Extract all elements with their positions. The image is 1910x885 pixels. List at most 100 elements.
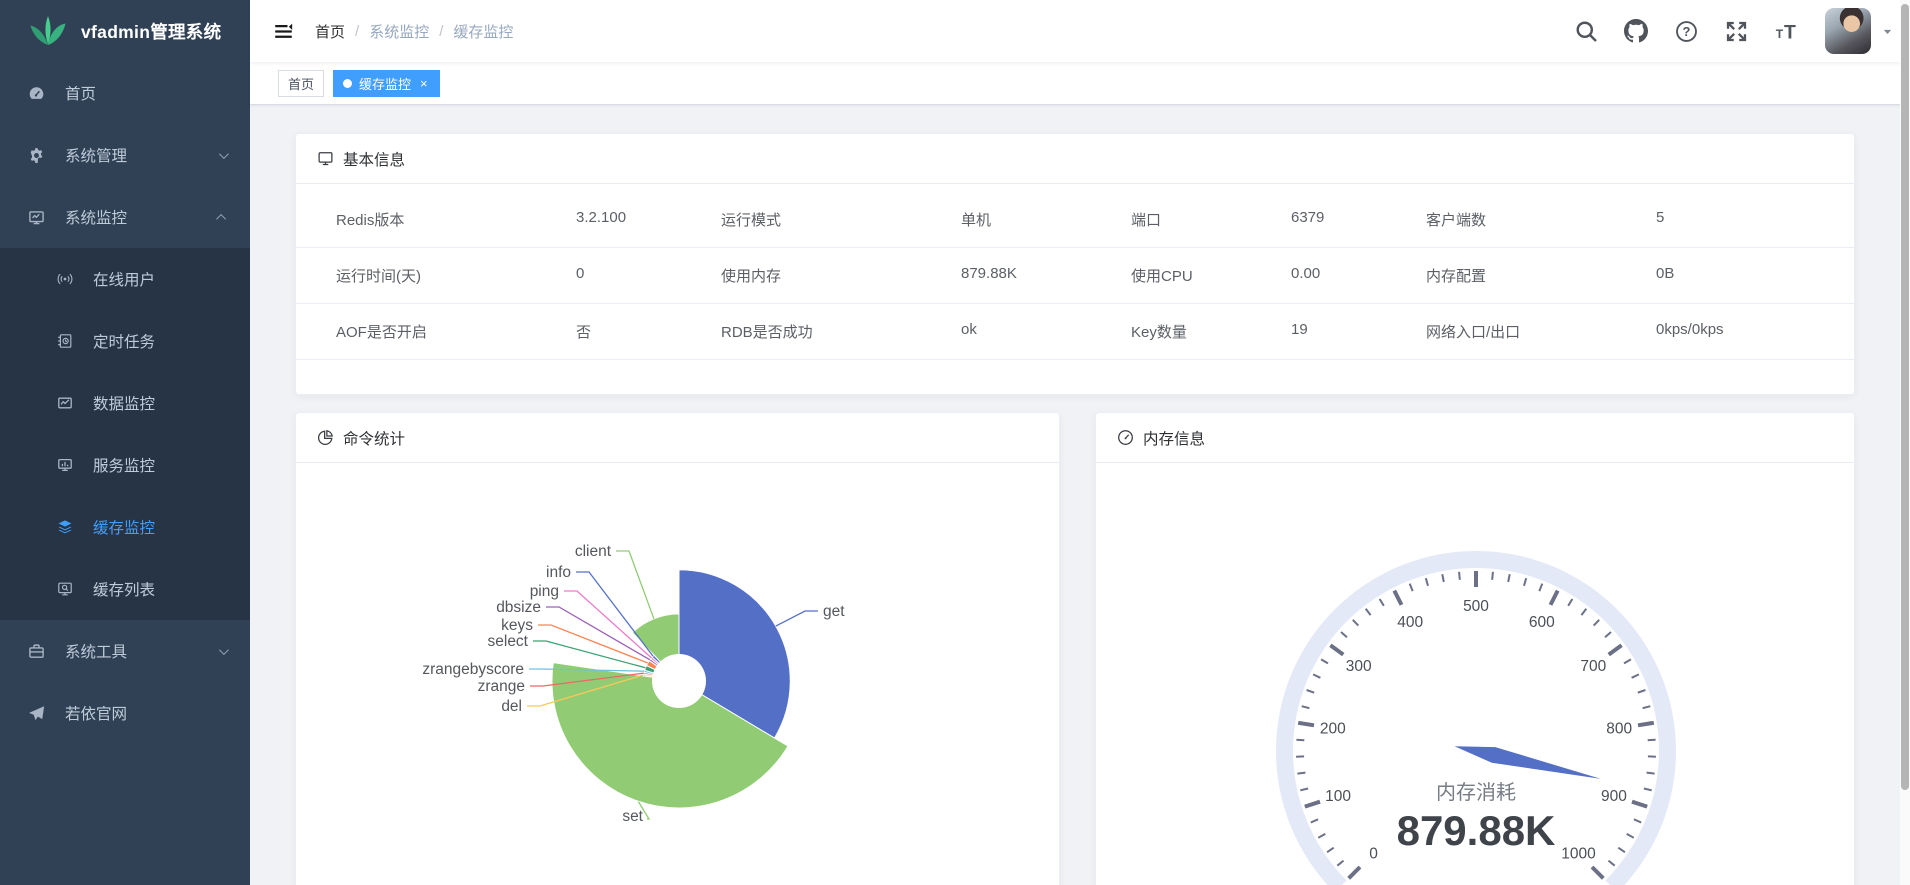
help-icon: ? — [1675, 20, 1698, 43]
gauge-tick — [1647, 773, 1655, 774]
sidebar-item-cache-monitor[interactable]: 缓存监控 — [0, 496, 250, 558]
hamburger-icon[interactable] — [274, 22, 293, 41]
chevron-down-icon — [219, 149, 229, 159]
gauge-tick — [1410, 584, 1413, 592]
tag-label: 首页 — [288, 74, 314, 93]
table-row: AOF是否开启否RDB是否成功okKey数量19网络入口/出口0kps/0kps — [296, 304, 1854, 360]
gauge-tick — [1311, 819, 1318, 822]
gauge-tick — [1459, 572, 1460, 580]
breadcrumb-separator: / — [439, 23, 443, 40]
sidebar-item-scheduled-tasks[interactable]: 定时任务 — [0, 310, 250, 372]
pie-slice-label: client — [575, 543, 612, 560]
pie-leader-line — [533, 641, 646, 668]
gauge-tick — [1337, 861, 1343, 866]
tag-close-icon[interactable]: × — [418, 76, 430, 91]
sidebar-item-online-users[interactable]: 在线用户 — [0, 248, 250, 310]
gauge-tick — [1341, 632, 1347, 637]
logo[interactable]: vfadmin管理系统 — [0, 0, 250, 62]
gauge-tick-label: 800 — [1606, 720, 1632, 737]
gauge-tick — [1632, 674, 1639, 677]
broadcast-icon — [57, 271, 73, 287]
sidebar-item-system-tools[interactable]: 系统工具 — [0, 620, 250, 682]
gauge-tick — [1605, 632, 1611, 637]
memory-info-card: 内存信息 01002003004005006007008009001000内存消… — [1095, 412, 1855, 885]
info-label: RDB是否成功 — [681, 321, 921, 342]
svg-text:T: T — [1775, 26, 1783, 40]
breadcrumb-item[interactable]: 首页 — [315, 21, 345, 42]
info-value: 879.88K — [921, 265, 1091, 286]
gauge-tick-label: 200 — [1320, 720, 1346, 737]
info-value: 6379 — [1251, 209, 1386, 230]
table-row: 运行时间(天)0使用内存879.88K使用CPU0.00内存配置0B — [296, 248, 1854, 304]
sidebar-item-data-monitor[interactable]: 数据监控 — [0, 372, 250, 434]
gauge-tick — [1508, 574, 1510, 582]
gauge-tick — [1321, 659, 1328, 663]
command-stats-header: 命令统计 — [296, 413, 1059, 463]
gear-icon — [28, 147, 45, 164]
page-scrollbar[interactable] — [1900, 0, 1910, 885]
pie-leader-line — [538, 625, 648, 663]
search-icon — [1575, 20, 1598, 43]
help-button[interactable]: ? — [1673, 18, 1699, 44]
logo-leaf-icon — [30, 16, 66, 46]
gauge-tick — [1442, 574, 1444, 582]
fullscreen-button[interactable] — [1723, 18, 1749, 44]
pie-slice-label: get — [823, 603, 845, 620]
breadcrumb: 首页/系统监控/缓存监控 — [315, 21, 513, 42]
gauge-tick-label: 0 — [1369, 846, 1378, 863]
command-pie-chart[interactable]: getsetdelzrangezrangebyscoreselectkeysdb… — [296, 463, 1059, 885]
gauge-tick — [1648, 740, 1656, 741]
gauge-needle — [1455, 746, 1601, 779]
info-label: AOF是否开启 — [296, 321, 536, 342]
gauge-tick — [1353, 620, 1359, 626]
gauge-tick-label: 900 — [1601, 788, 1627, 805]
redis-info-table: Redis版本3.2.100运行模式单机端口6379客户端数5运行时间(天)0使… — [296, 192, 1854, 360]
basic-info-title: 基本信息 — [343, 148, 405, 170]
search-button[interactable] — [1573, 18, 1599, 44]
sidebar-item-ruoyi-site[interactable]: 若依官网 — [0, 682, 250, 744]
info-label: 内存配置 — [1386, 265, 1616, 286]
scrollbar-thumb[interactable] — [1901, 4, 1909, 790]
gauge-tick — [1581, 609, 1586, 615]
sidebar-item-cache-list[interactable]: 缓存列表 — [0, 558, 250, 620]
github-button[interactable] — [1623, 18, 1649, 44]
sidebar-item-system-monitor[interactable]: 系统监控 — [0, 186, 250, 248]
gauge-tick — [1300, 789, 1308, 791]
info-value: 5 — [1616, 209, 1854, 230]
gauge-tick — [1318, 834, 1325, 838]
user-menu[interactable] — [1825, 8, 1894, 54]
sidebar-item-home[interactable]: 首页 — [0, 62, 250, 124]
info-label: 端口 — [1091, 209, 1251, 230]
table-row: Redis版本3.2.100运行模式单机端口6379客户端数5 — [296, 192, 1854, 248]
gauge-series-name: 内存消耗 — [1436, 781, 1516, 804]
submenu-system-monitor: 在线用户定时任务数据监控服务监控缓存监控缓存列表 — [0, 248, 250, 620]
gauge-tick — [1426, 578, 1428, 586]
layers-icon — [57, 519, 73, 535]
tag-item[interactable]: 首页 — [278, 70, 324, 97]
info-label: 客户端数 — [1386, 209, 1616, 230]
user-avatar[interactable] — [1825, 8, 1871, 54]
gauge-tick — [1298, 723, 1314, 726]
gauge-tick — [1609, 645, 1622, 654]
pie-slice-label: keys — [501, 617, 533, 634]
info-label: Redis版本 — [296, 209, 536, 230]
gauge-tick — [1305, 802, 1320, 807]
sidebar-item-server-monitor[interactable]: 服务监控 — [0, 434, 250, 496]
pie-slice-label: info — [546, 564, 571, 581]
gauge-tick-label: 1000 — [1561, 846, 1596, 863]
tag-active[interactable]: 缓存监控× — [333, 70, 440, 97]
font-size-icon: TT — [1775, 20, 1798, 43]
gauge-tick — [1330, 645, 1343, 654]
pie-chart-icon — [317, 429, 334, 446]
sidebar-item-system-manage[interactable]: 系统管理 — [0, 124, 250, 186]
fullscreen-icon — [1725, 20, 1748, 43]
navbar-right: ? TT — [1573, 8, 1894, 54]
basic-info-card: 基本信息 Redis版本3.2.100运行模式单机端口6379客户端数5运行时间… — [295, 133, 1855, 395]
pie-slice-label: dbsize — [496, 599, 541, 616]
font-size-button[interactable]: TT — [1773, 18, 1799, 44]
memory-gauge-chart[interactable]: 01002003004005006007008009001000内存消耗879.… — [1096, 463, 1854, 885]
pie-slice-label: zrange — [478, 678, 525, 695]
pie-slice-label: set — [622, 808, 643, 825]
data-chart-icon — [57, 395, 73, 411]
app-title: vfadmin管理系统 — [81, 19, 221, 44]
